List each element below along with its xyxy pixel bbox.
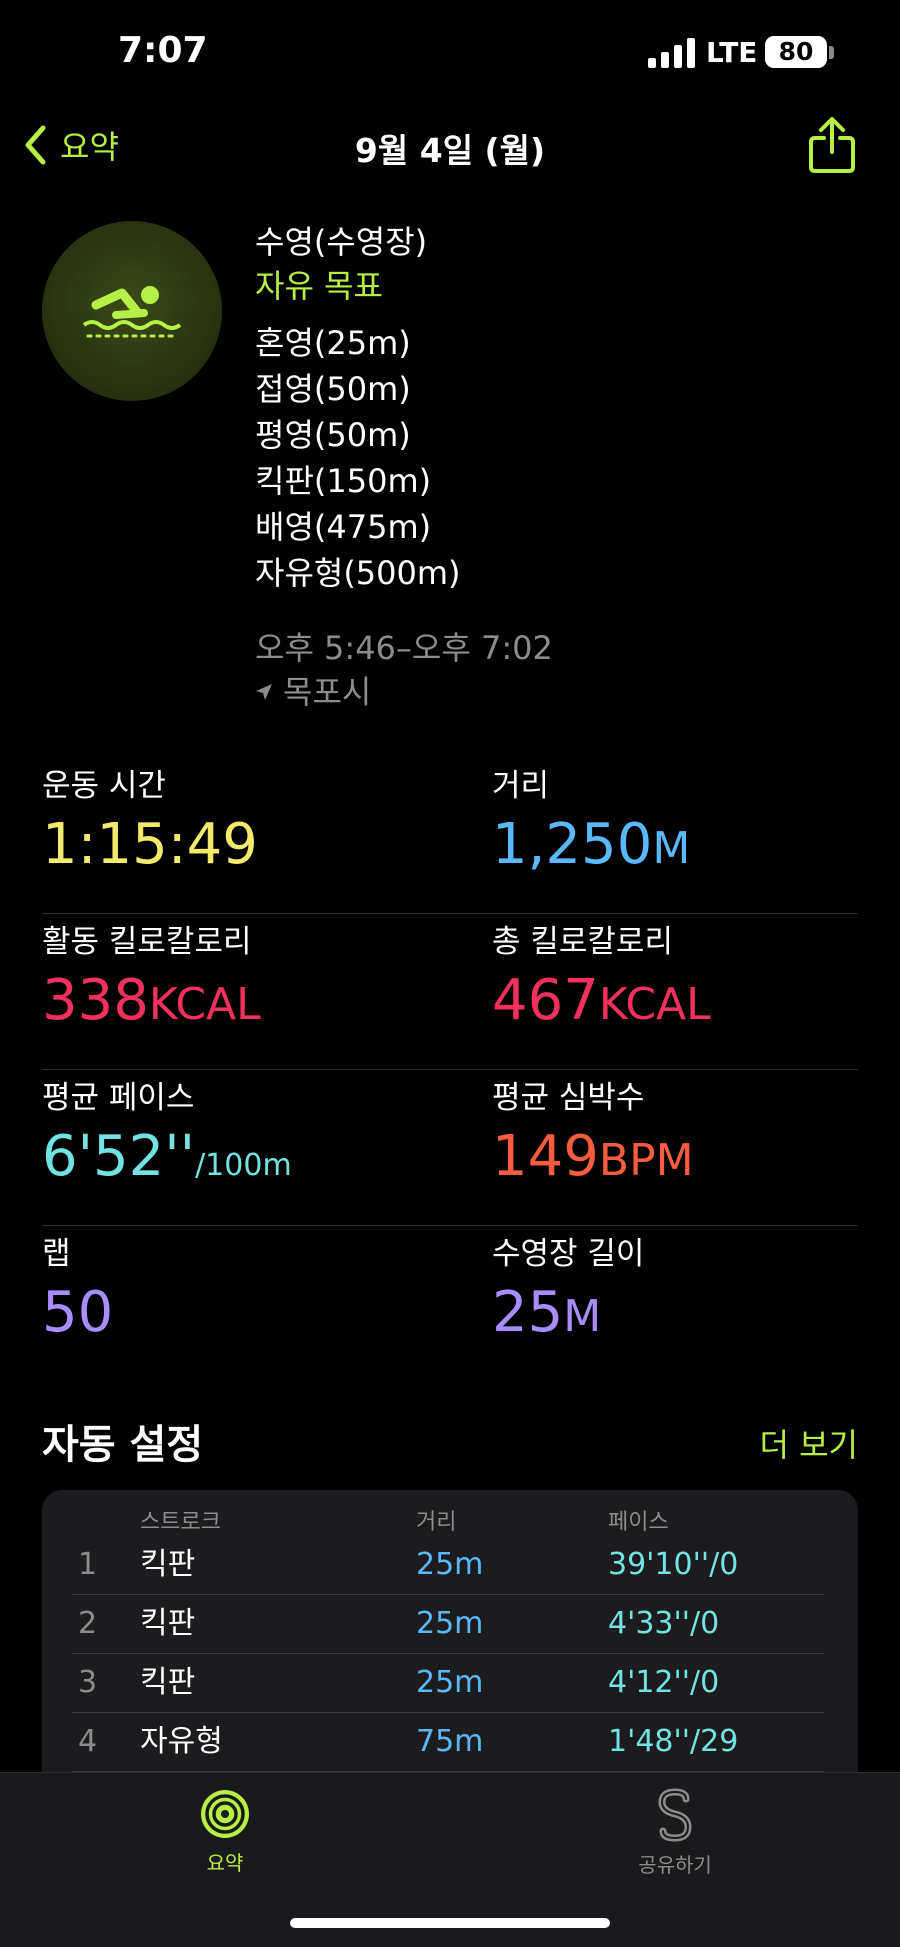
lap-distance: 25m	[416, 1665, 484, 1700]
section-title: 자동 설정	[42, 1422, 204, 1468]
nav-bar: 요약 9월 4일 (월)	[0, 110, 900, 180]
metric-total-calories: 총 킬로칼로리 467KCAL	[492, 920, 711, 1040]
table-row[interactable]: 2 킥판 25m 4'33''/0	[42, 1595, 858, 1654]
lap-stroke: 킥판	[140, 1547, 196, 1582]
lap-distance: 25m	[416, 1547, 484, 1582]
metric-value: 1,250M	[492, 812, 691, 877]
table-row[interactable]: 4 자유형 75m 1'48''/29	[42, 1713, 858, 1772]
lap-pace: 4'12''/0	[608, 1665, 720, 1700]
metric-unit: M	[563, 1291, 602, 1342]
metric-unit: KCAL	[598, 979, 711, 1030]
lap-number: 2	[78, 1606, 98, 1641]
stroke-item: 혼영(25m)	[255, 324, 411, 362]
metrics-grid: 운동 시간 1:15:49 거리 1,250M 활동 킬로칼로리 338KCAL…	[42, 758, 858, 1382]
column-header-stroke: 스트로크	[140, 1510, 221, 1535]
lap-stroke: 킥판	[140, 1606, 196, 1641]
sharing-s-icon	[658, 1788, 692, 1842]
metric-label: 운동 시간	[42, 768, 166, 804]
workout-type: 수영(수영장)	[255, 223, 428, 261]
show-more-link[interactable]: 더 보기	[760, 1420, 859, 1466]
metric-avg-heart-rate: 평균 심박수 149BPM	[492, 1076, 694, 1196]
metric-label: 평균 심박수	[492, 1080, 645, 1116]
stroke-item: 접영(50m)	[255, 370, 411, 408]
lap-number: 3	[78, 1665, 98, 1700]
time-range: 오후 5:46–오후 7:02	[255, 629, 553, 667]
lap-distance: 75m	[416, 1724, 484, 1759]
share-icon	[809, 117, 855, 173]
lap-pace: 39'10''/0	[608, 1547, 739, 1582]
auto-sets-header: 자동 설정 더 보기	[42, 1412, 858, 1472]
swimmer-icon	[82, 286, 182, 338]
column-header-distance: 거리	[416, 1510, 457, 1535]
network-type: LTE	[706, 36, 758, 69]
metric-unit: /100m	[195, 1148, 292, 1183]
metric-label: 거리	[492, 768, 550, 804]
lap-stroke: 킥판	[140, 1665, 196, 1700]
stroke-list: 혼영(25m) 접영(50m) 평영(50m) 킥판(150m) 배영(475m…	[255, 320, 875, 596]
metric-laps: 랩 50	[42, 1232, 113, 1348]
metric-unit: BPM	[598, 1135, 694, 1186]
lap-stroke: 자유형	[140, 1724, 223, 1759]
cellular-signal-icon	[648, 36, 696, 68]
tab-label: 요약	[206, 1851, 244, 1875]
metric-value: 6'52''/100m	[42, 1124, 292, 1189]
metric-value: 50	[42, 1280, 114, 1345]
metric-value: 25M	[492, 1280, 602, 1345]
metric-value: 467KCAL	[492, 968, 711, 1033]
activity-rings-icon	[201, 1790, 249, 1838]
metric-active-calories: 활동 킬로칼로리 338KCAL	[42, 920, 261, 1040]
metric-avg-pace: 평균 페이스 6'52''/100m	[42, 1076, 292, 1201]
stroke-item: 자유형(500m)	[255, 554, 461, 592]
column-header-pace: 페이스	[608, 1510, 669, 1535]
workout-info: 수영(수영장) 자유 목표 혼영(25m) 접영(50m) 평영(50m) 킥판…	[255, 220, 875, 714]
battery-icon: 80	[765, 36, 827, 68]
stroke-item: 평영(50m)	[255, 416, 411, 454]
metric-workout-time: 운동 시간 1:15:49	[42, 764, 258, 880]
location-arrow-icon	[256, 684, 272, 700]
home-indicator	[290, 1918, 610, 1928]
metric-row: 평균 페이스 6'52''/100m 평균 심박수 149BPM	[42, 1070, 858, 1226]
status-time: 7:07	[118, 30, 208, 71]
metric-label: 총 킬로칼로리	[492, 924, 673, 960]
laps-table: 스트로크 거리 페이스 1 킥판 25m 39'10''/0 2 킥판 25m …	[42, 1490, 858, 1790]
metric-value: 149BPM	[492, 1124, 694, 1189]
metric-unit: M	[652, 823, 691, 874]
metric-distance: 거리 1,250M	[492, 764, 690, 884]
battery-level: 80	[778, 37, 814, 66]
lap-pace: 1'48''/29	[608, 1724, 739, 1759]
lap-number: 4	[78, 1724, 98, 1759]
metric-label: 수영장 길이	[492, 1236, 645, 1272]
location: 목포시	[255, 670, 875, 714]
metric-row: 랩 50 수영장 길이 25M	[42, 1226, 858, 1382]
laps-table-header: 스트로크 거리 페이스	[42, 1504, 858, 1538]
metric-pool-length: 수영장 길이 25M	[492, 1232, 644, 1352]
table-row[interactable]: 1 킥판 25m 39'10''/0	[42, 1536, 858, 1595]
metric-label: 평균 페이스	[42, 1080, 195, 1116]
share-button[interactable]	[808, 116, 856, 174]
table-row[interactable]: 3 킥판 25m 4'12''/0	[42, 1654, 858, 1713]
stroke-item: 킥판(150m)	[255, 462, 432, 500]
status-bar: 7:07 LTE 80	[0, 0, 900, 110]
metric-row: 활동 킬로칼로리 338KCAL 총 킬로칼로리 467KCAL	[42, 914, 858, 1070]
location-name: 목포시	[283, 673, 372, 711]
metric-unit: KCAL	[148, 979, 261, 1030]
lap-pace: 4'33''/0	[608, 1606, 720, 1641]
tab-sharing[interactable]: 공유하기	[585, 1787, 765, 1878]
lap-distance: 25m	[416, 1606, 484, 1641]
workout-icon-badge	[42, 221, 222, 401]
metric-value: 1:15:49	[42, 812, 258, 877]
metric-label: 활동 킬로칼로리	[42, 924, 252, 960]
metric-label: 랩	[42, 1236, 71, 1272]
tab-label: 공유하기	[638, 1853, 712, 1877]
tab-summary[interactable]: 요약	[135, 1787, 315, 1876]
lap-number: 1	[78, 1547, 98, 1582]
workout-goal: 자유 목표	[255, 267, 383, 305]
metric-row: 운동 시간 1:15:49 거리 1,250M	[42, 758, 858, 914]
metric-value: 338KCAL	[42, 968, 261, 1033]
stroke-item: 배영(475m)	[255, 508, 432, 546]
battery-tip	[829, 46, 834, 59]
page-title: 9월 4일 (월)	[354, 131, 546, 170]
